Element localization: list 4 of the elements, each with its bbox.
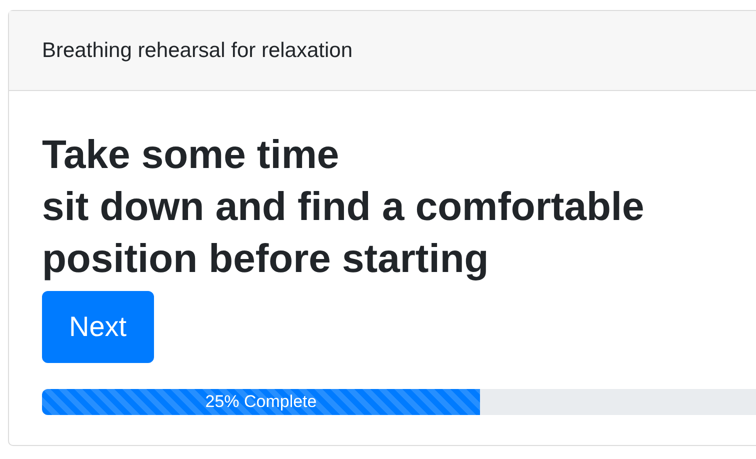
progress-fill: 25% Complete [42,389,480,415]
heading: Take some time sit down and find a comfortable position before starting [42,132,646,283]
next-button[interactable]: Next [42,291,154,363]
card-title: Breathing rehearsal for relaxation [42,38,353,64]
